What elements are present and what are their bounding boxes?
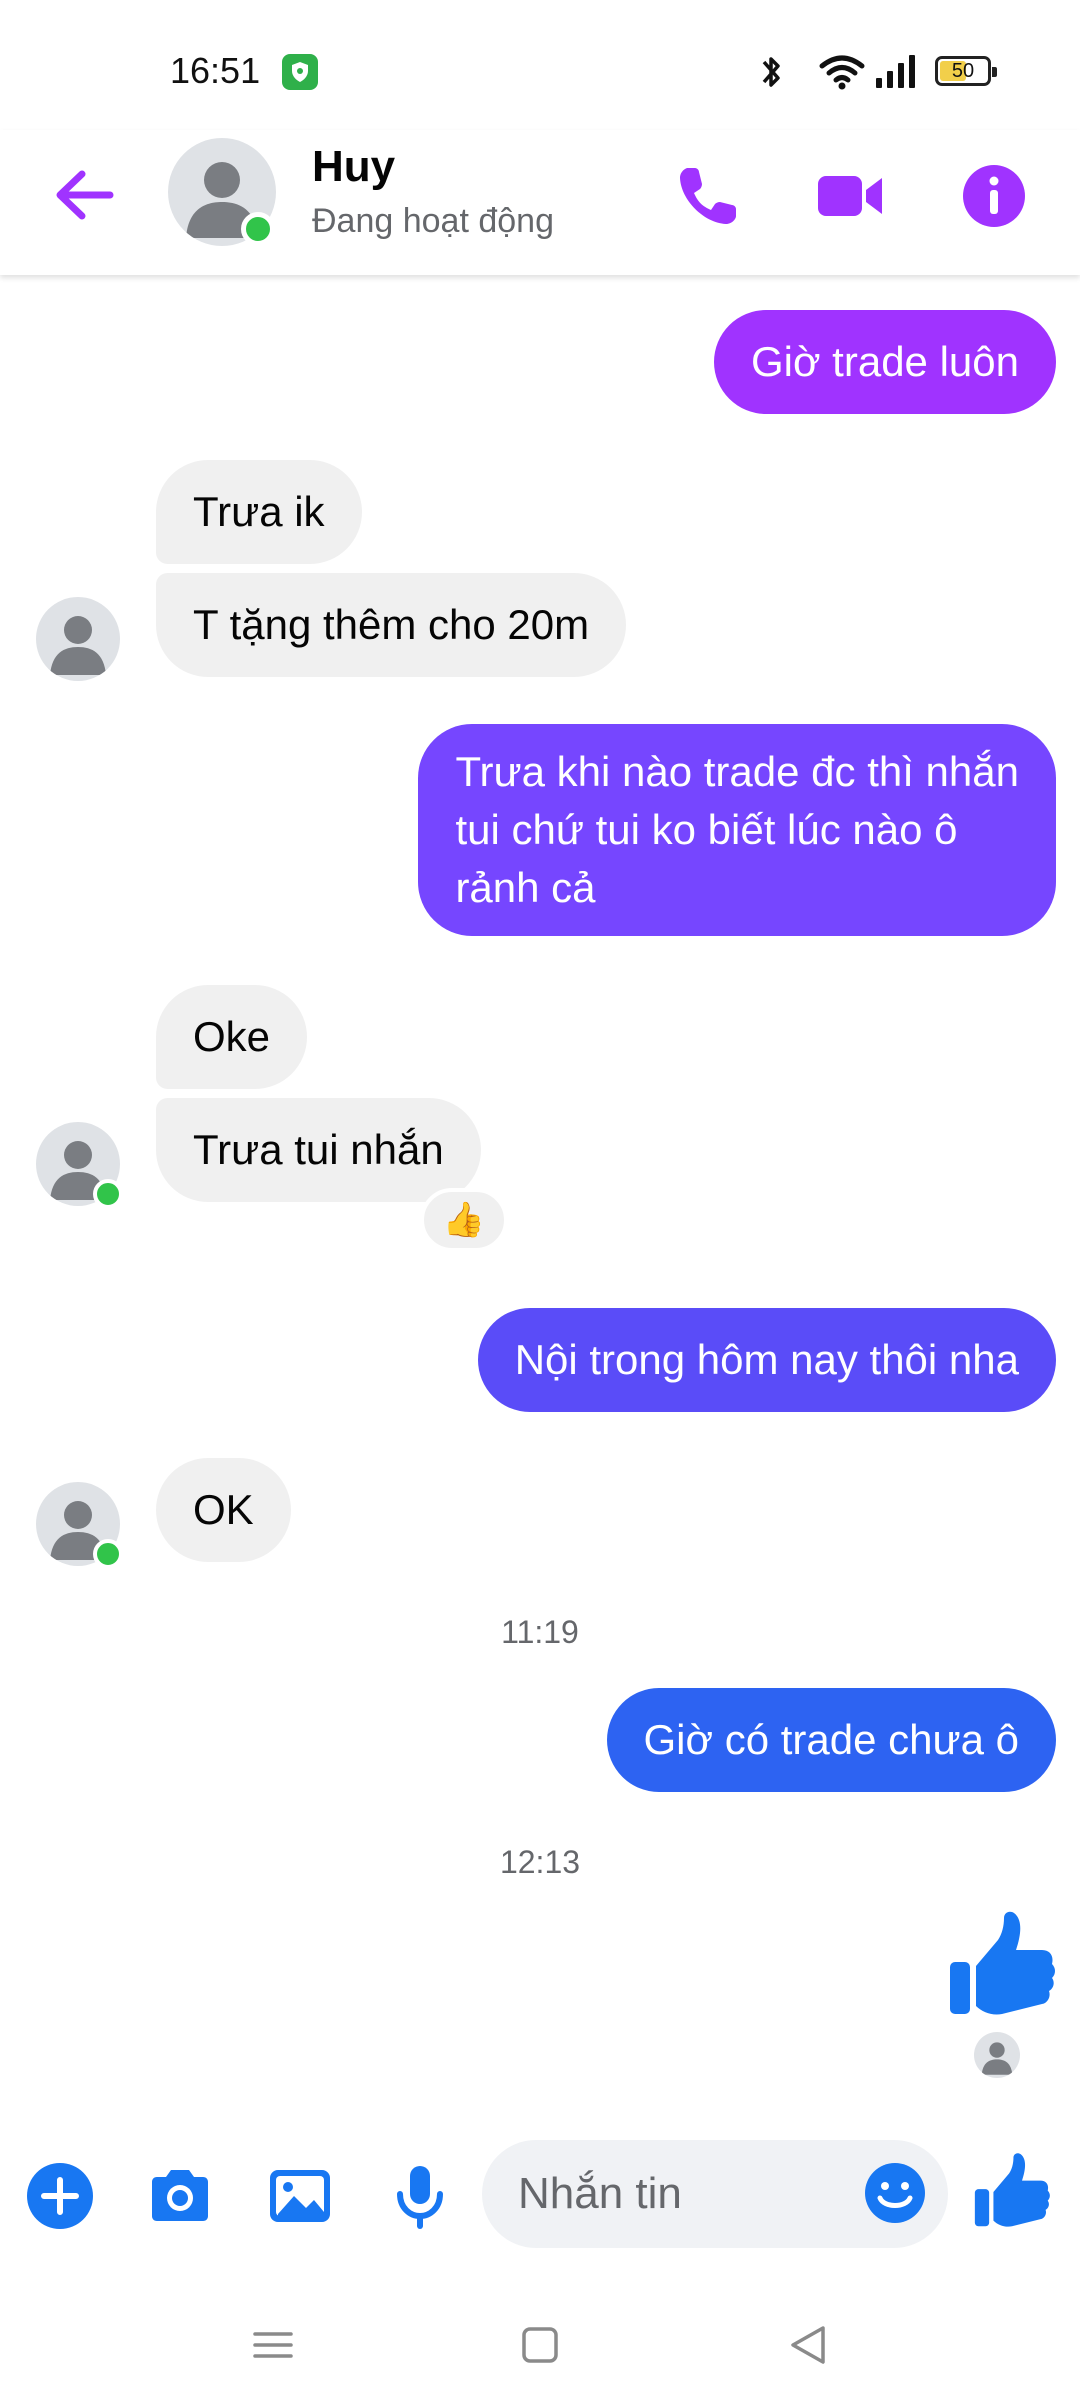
message-bubble-incoming[interactable]: Trưa tui nhắn [156,1098,481,1202]
message-line: tui chứ tui ko biết lúc nào ô [455,806,958,853]
system-back-button[interactable] [773,2310,843,2380]
seen-receipt-avatar [974,2032,1020,2078]
sender-avatar[interactable] [36,597,120,681]
voice-call-button[interactable] [672,160,744,232]
video-call-button[interactable] [814,160,886,232]
message-line: rảnh cả [455,864,596,911]
recent-apps-button[interactable] [238,2310,308,2380]
message-bubble-incoming[interactable]: Trưa ik [156,460,362,564]
menu-lines-icon [253,2332,293,2358]
square-icon [522,2327,558,2363]
status-bar: 16:51 50 [0,0,1080,130]
triangle-back-icon [791,2326,825,2364]
more-actions-button[interactable] [24,2160,96,2232]
chat-header: Huy Đang hoạt động [0,130,1080,275]
message-bubble-incoming[interactable]: OK [156,1458,291,1562]
contact-name[interactable]: Huy [312,142,395,192]
timestamp-divider: 11:19 [501,1614,579,1650]
message-line: Trưa khi nào trade đc thì nhắn [455,748,1019,795]
system-navigation-bar [0,2290,1080,2400]
contact-activity-status: Đang hoạt động [312,202,554,240]
plus-icon [27,2163,93,2229]
message-bubble-outgoing[interactable]: Giờ có trade chưa ô [606,1688,1056,1792]
send-like-button[interactable] [972,2152,1052,2232]
online-indicator [93,1179,123,1209]
wifi-icon [819,55,865,90]
image-icon [270,2170,330,2222]
smiley-icon [865,2163,925,2223]
message-bubble-outgoing[interactable]: Giờ trade luôn [713,310,1056,414]
phone-icon [680,168,736,224]
security-shield-icon [282,54,318,90]
home-button[interactable] [505,2310,575,2380]
back-arrow-icon [56,170,114,220]
message-composer [0,2130,1080,2260]
back-button[interactable] [50,160,120,230]
bluetooth-icon [762,57,780,87]
gallery-button[interactable] [264,2160,336,2232]
online-indicator [93,1539,123,1569]
microphone-icon [397,2166,443,2229]
like-sticker-message[interactable] [946,1910,1058,2022]
voice-message-button[interactable] [384,2160,456,2232]
message-bubble-incoming[interactable]: Oke [156,985,308,1089]
online-indicator [241,212,275,246]
conversation-info-button[interactable] [958,160,1030,232]
thumbs-up-reaction[interactable]: 👍 [420,1188,508,1252]
info-icon [963,165,1025,227]
message-bubble-outgoing[interactable]: Nội trong hôm nay thôi nha [477,1308,1056,1412]
camera-icon [152,2170,208,2221]
battery-icon: 50 [935,56,997,86]
message-bubble-outgoing[interactable]: Trưa khi nào trade đc thì nhắn tui chứ t… [418,724,1056,936]
thumbs-up-icon [950,1911,1055,2015]
thumbs-up-icon [974,2153,1050,2227]
timestamp-divider: 12:13 [499,1844,581,1880]
status-time: 16:51 [170,50,261,91]
video-camera-icon [818,176,882,216]
emoji-button[interactable] [862,2160,928,2226]
signal-icon [876,55,915,88]
message-bubble-incoming[interactable]: T tặng thêm cho 20m [156,573,627,677]
battery-level: 50 [951,60,975,82]
camera-button[interactable] [144,2160,216,2232]
